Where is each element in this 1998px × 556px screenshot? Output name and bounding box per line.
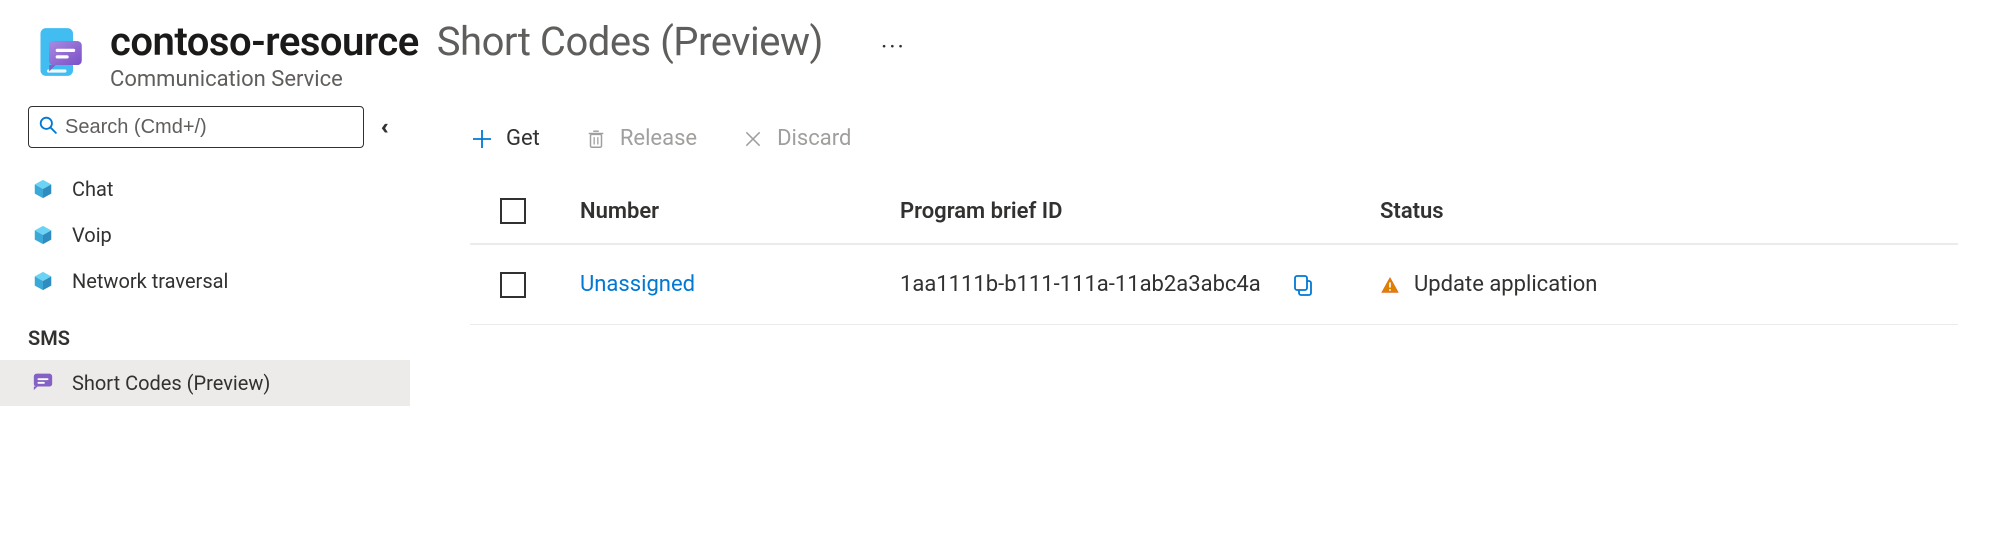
search-box[interactable] (28, 106, 364, 148)
release-button[interactable]: Release (584, 126, 697, 151)
toolbar: Get Release Discard (470, 112, 1958, 179)
cube-icon (32, 270, 54, 292)
sidebar: ‹‹ Chat Voip Network traversal (0, 102, 410, 556)
blade-title: Short Codes (Preview) (437, 18, 823, 65)
warning-icon (1380, 275, 1400, 295)
get-button-label: Get (506, 126, 540, 151)
copy-icon[interactable] (1291, 273, 1315, 297)
resource-name: contoso-resource (110, 18, 419, 65)
sidebar-item-label: Network traversal (72, 269, 228, 293)
release-button-label: Release (620, 126, 697, 151)
table-header-row: Number Program brief ID Status (470, 179, 1958, 245)
column-header-number[interactable]: Number (580, 199, 900, 224)
search-input[interactable] (65, 116, 353, 139)
sidebar-item-voip[interactable]: Voip (0, 212, 410, 258)
column-header-brief[interactable]: Program brief ID (900, 199, 1380, 224)
resource-type-label: Communication Service (110, 67, 906, 92)
table-row: Unassigned 1aa1111b-b111-111a-11ab2a3abc… (470, 245, 1958, 325)
row-checkbox[interactable] (500, 272, 526, 298)
search-icon (39, 116, 57, 138)
status-text: Update application (1414, 272, 1597, 297)
collapse-sidebar-button[interactable]: ‹‹ (382, 115, 388, 140)
sidebar-item-label: Chat (72, 177, 113, 201)
sidebar-item-network-traversal[interactable]: Network traversal (0, 258, 410, 304)
trash-icon (584, 127, 608, 151)
number-link[interactable]: Unassigned (580, 272, 695, 297)
sidebar-item-short-codes[interactable]: Short Codes (Preview) (0, 360, 410, 406)
sidebar-group-sms: SMS (0, 304, 410, 360)
resource-icon (30, 22, 90, 82)
sidebar-item-chat[interactable]: Chat (0, 166, 410, 212)
get-button[interactable]: Get (470, 126, 540, 151)
program-brief-id: 1aa1111b-b111-111a-11ab2a3abc4a (900, 272, 1261, 297)
column-header-status[interactable]: Status (1380, 199, 1958, 224)
discard-button[interactable]: Discard (741, 126, 851, 151)
sidebar-item-label: Short Codes (Preview) (72, 371, 270, 395)
close-icon (741, 127, 765, 151)
select-all-checkbox[interactable] (500, 198, 526, 224)
short-codes-icon (32, 370, 54, 397)
more-actions-button[interactable]: ··· (841, 33, 906, 61)
cube-icon (32, 224, 54, 246)
sidebar-item-label: Voip (72, 223, 112, 247)
discard-button-label: Discard (777, 126, 851, 151)
plus-icon (470, 127, 494, 151)
cube-icon (32, 178, 54, 200)
